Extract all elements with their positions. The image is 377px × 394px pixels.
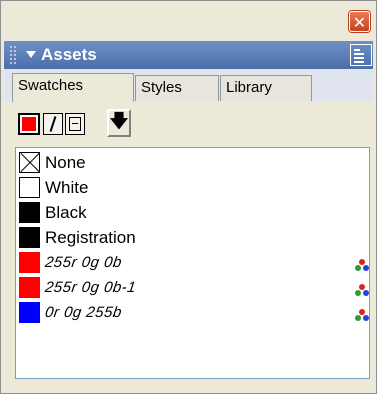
list-item[interactable]: 255r 0g 0b-1 (19, 275, 369, 299)
list-item[interactable]: 255r 0g 0b (19, 250, 369, 274)
panel-header[interactable]: Assets (4, 41, 373, 69)
list-item[interactable]: Black (19, 200, 367, 224)
panel-options-menu-icon[interactable] (350, 44, 372, 66)
registration-swatch-chip (19, 227, 40, 248)
list-item[interactable]: 0r 0g 255b (19, 300, 369, 324)
swatch-name: 255r 0g 0b (43, 254, 123, 271)
list-item[interactable]: Registration (19, 225, 367, 249)
swatch-name: 255r 0g 0b-1 (43, 279, 138, 296)
red-swatch-chip (19, 252, 40, 273)
rgb-mode-icon (355, 309, 369, 321)
swatch-name: Registration (45, 228, 136, 247)
black-swatch-chip (19, 202, 40, 223)
swatch-toolbar: 🡇 (4, 101, 373, 145)
fill-swatch-button[interactable] (18, 113, 40, 135)
tab-strip: Swatches Styles Library (4, 69, 373, 102)
blue-swatch-chip (19, 302, 40, 323)
collapse-triangle-icon[interactable] (26, 51, 36, 58)
stroke-button[interactable] (43, 113, 63, 135)
apply-arrow-button[interactable]: 🡇 (107, 109, 131, 137)
close-button[interactable]: ✕ (349, 11, 370, 32)
none-swatch-icon (19, 152, 40, 173)
swatch-name: None (45, 153, 86, 172)
tab-library[interactable]: Library (220, 75, 312, 101)
fill-color-chip (22, 117, 36, 131)
swatch-name: Black (45, 203, 87, 222)
tab-styles[interactable]: Styles (135, 75, 219, 101)
tint-box-icon (69, 117, 81, 131)
swatch-name: White (45, 178, 89, 197)
rgb-mode-icon (355, 284, 369, 296)
rgb-mode-icon (355, 259, 369, 271)
list-item[interactable]: White (19, 175, 367, 199)
list-item[interactable]: None (19, 150, 367, 174)
drag-grip-icon[interactable] (9, 45, 17, 65)
swatch-list[interactable]: None White Black Registration 255r 0g 0b… (15, 147, 370, 379)
tint-button[interactable] (65, 113, 85, 135)
panel-title: Assets (41, 45, 97, 64)
white-swatch-chip (19, 177, 40, 198)
tab-swatches[interactable]: Swatches (12, 73, 134, 102)
red-swatch-chip (19, 277, 40, 298)
assets-window: ✕ Assets Swatches Styles Library 🡇 None (0, 0, 377, 394)
swatch-name: 0r 0g 255b (43, 304, 123, 321)
